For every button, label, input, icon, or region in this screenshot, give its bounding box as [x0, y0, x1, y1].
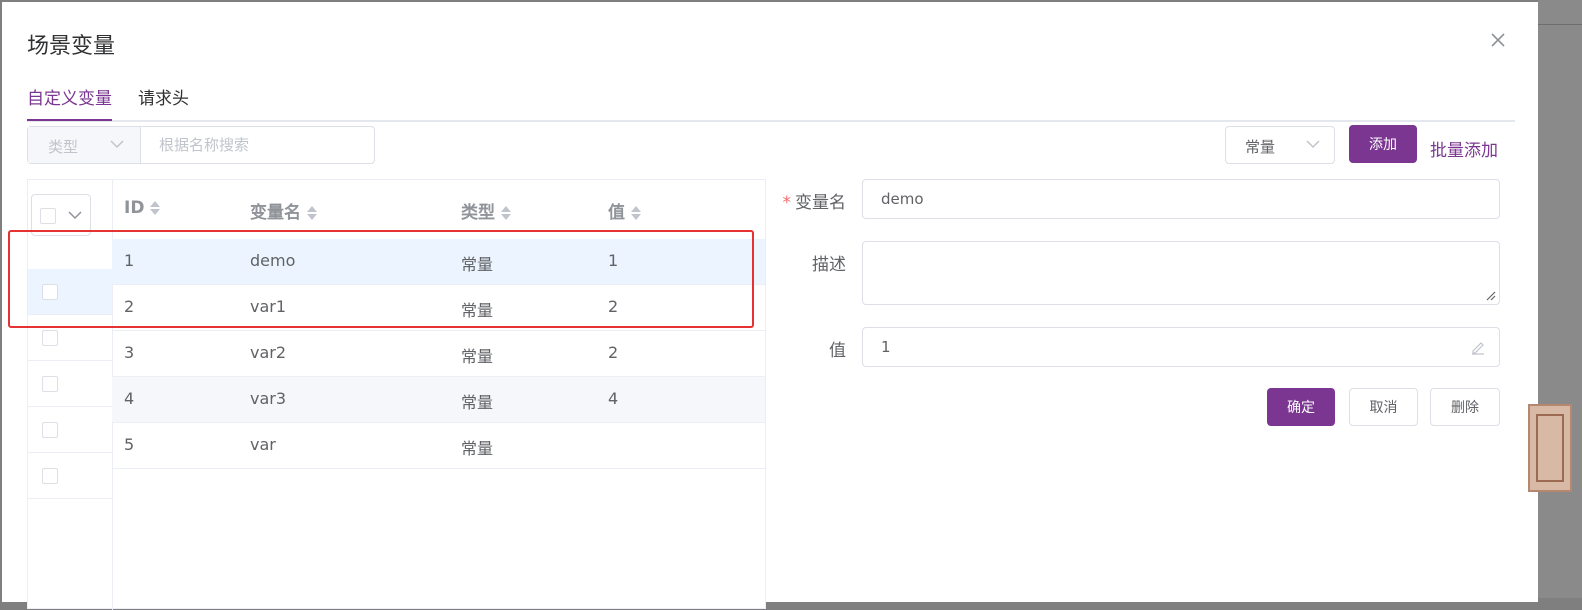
cell-value: 4: [608, 389, 619, 408]
table-row[interactable]: 1 demo 常量 1: [112, 239, 765, 285]
description-textarea[interactable]: [862, 241, 1500, 305]
variable-name-label: * 变量名: [782, 193, 847, 213]
confirm-button[interactable]: 确定: [1267, 388, 1335, 426]
cell-id: 1: [124, 251, 135, 270]
cell-type: 常量: [461, 439, 494, 458]
chevron-down-icon: [110, 140, 124, 149]
cell-type: 常量: [461, 393, 494, 412]
type-filter-select[interactable]: 类型: [28, 127, 141, 163]
row-checkbox-cell: [28, 453, 112, 499]
row-checkbox-cell: [28, 407, 112, 453]
variables-table: ID 变量名 类型 值 1 demo 常量 1 2 var1 常量 2 3 va…: [27, 179, 766, 610]
sort-icon[interactable]: [631, 205, 641, 221]
chevron-down-icon: [1306, 140, 1320, 149]
decorative-seal: [1528, 404, 1572, 492]
column-header-type[interactable]: 类型: [461, 198, 511, 223]
cell-id: 2: [124, 297, 135, 316]
seal-frame: [1536, 414, 1564, 482]
cell-id: 5: [124, 435, 135, 454]
cell-id: 3: [124, 343, 135, 362]
table-header: ID 变量名 类型 值: [112, 180, 765, 239]
variable-kind-select[interactable]: 常量: [1225, 126, 1335, 164]
column-header-value[interactable]: 值: [608, 198, 641, 223]
close-icon[interactable]: [1490, 32, 1506, 48]
backdrop-divider: [1538, 24, 1582, 25]
tab-custom-variables[interactable]: 自定义变量: [27, 84, 112, 121]
cell-name: var: [250, 435, 276, 454]
search-input[interactable]: [141, 127, 374, 163]
description-label: 描述: [812, 255, 846, 275]
edit-icon[interactable]: [1470, 339, 1486, 355]
cell-value: 2: [608, 343, 619, 362]
type-filter-placeholder: 类型: [48, 138, 79, 156]
row-checkbox-cell: [28, 269, 112, 315]
column-header-name[interactable]: 变量名: [250, 198, 317, 223]
sort-icon[interactable]: [150, 200, 161, 216]
table-row[interactable]: 4 var3 常量 4: [112, 377, 765, 423]
value-label: 值: [829, 341, 846, 361]
row-checkbox-cell: [28, 315, 112, 361]
cell-name: var2: [250, 343, 287, 362]
batch-add-link[interactable]: 批量添加: [1430, 136, 1498, 161]
filter-group: 类型: [27, 126, 375, 164]
select-all-dropdown[interactable]: [31, 194, 91, 236]
cell-value: 2: [608, 297, 619, 316]
row-checkbox-cell: [28, 361, 112, 407]
row-checkbox[interactable]: [42, 376, 58, 392]
tab-request-headers[interactable]: 请求头: [138, 84, 189, 119]
cell-id: 4: [124, 389, 135, 408]
resize-icon[interactable]: [1486, 291, 1496, 301]
value-input[interactable]: [862, 327, 1500, 367]
tab-bar: 自定义变量 请求头: [27, 84, 1515, 122]
cancel-button[interactable]: 取消: [1349, 388, 1418, 426]
cell-value: 1: [608, 251, 619, 270]
variable-kind-value: 常量: [1245, 138, 1276, 156]
row-checkbox[interactable]: [42, 284, 58, 300]
sort-icon[interactable]: [307, 205, 317, 221]
cell-type: 常量: [461, 255, 494, 274]
column-header-id[interactable]: ID: [124, 198, 161, 218]
cell-name: var1: [250, 297, 287, 316]
add-button[interactable]: 添加: [1349, 125, 1417, 163]
cell-type: 常量: [461, 347, 494, 366]
row-checkbox[interactable]: [42, 422, 58, 438]
chevron-down-icon: [68, 211, 82, 220]
row-checkbox[interactable]: [42, 330, 58, 346]
checkbox-icon[interactable]: [40, 208, 56, 224]
modal-backdrop: [1538, 0, 1582, 598]
cell-type: 常量: [461, 301, 494, 320]
selection-column: [28, 180, 113, 610]
table-row[interactable]: 2 var1 常量 2: [112, 285, 765, 331]
cell-name: demo: [250, 251, 296, 270]
delete-button[interactable]: 删除: [1430, 388, 1500, 426]
scene-variables-dialog: 场景变量 自定义变量 请求头 类型 常量 添加 批量添加: [2, 2, 1538, 610]
table-row[interactable]: 5 var 常量: [112, 423, 765, 469]
required-mark: *: [782, 193, 792, 213]
row-checkbox[interactable]: [42, 468, 58, 484]
dialog-title: 场景变量: [27, 34, 116, 59]
table-row[interactable]: 3 var2 常量 2: [112, 331, 765, 377]
cell-name: var3: [250, 389, 287, 408]
sort-icon[interactable]: [501, 205, 511, 221]
variable-name-input[interactable]: [862, 179, 1500, 219]
